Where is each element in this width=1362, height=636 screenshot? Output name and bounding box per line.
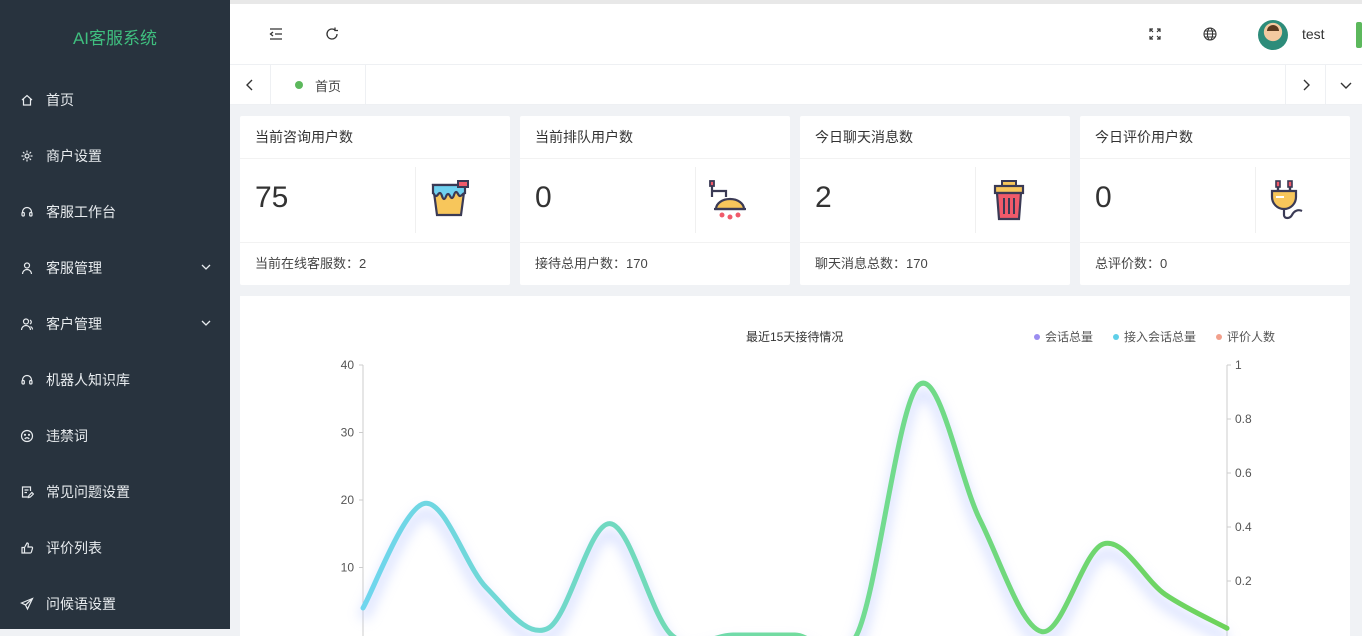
paint-bucket-icon [431,180,469,217]
sidebar-item-1[interactable]: 商户设置 [0,128,230,184]
sidebar-item-4[interactable]: 客户管理 [0,296,230,352]
y-left-tick-label: 30 [341,426,355,440]
send-icon [20,597,34,611]
fullscreen-icon[interactable] [1147,26,1163,42]
language-globe-icon[interactable] [1202,26,1218,42]
stat-card-1: 当前排队用户数 0 接待总用户数：170 [520,116,790,285]
sidebar-item-7[interactable]: 常见问题设置 [0,464,230,520]
app-logo-title[interactable]: AI客服系统 [0,0,230,72]
chevron-down-icon[interactable] [200,261,212,273]
sidebar-item-2[interactable]: 客服工作台 [0,184,230,240]
stat-card-body: 0 [1080,159,1350,243]
active-tab-dot [295,81,303,89]
users-icon [20,317,34,331]
refresh-icon[interactable] [324,26,340,42]
edit-doc-icon [20,485,34,499]
sidebar-item-label: 客服管理 [46,260,102,276]
gear-icon [20,149,34,163]
sidebar-item-label: 客户管理 [46,316,102,332]
y-right-tick-label: 1 [1235,358,1242,372]
stat-card-body: 0 [520,159,790,243]
sad-face-icon [20,429,34,443]
y-left-tick-label: 40 [341,358,355,372]
tab-home-label: 首页 [315,78,342,94]
sidebar-item-label: 机器人知识库 [46,372,130,388]
stat-card-title: 今日聊天消息数 [800,116,1070,159]
stat-card-2: 今日聊天消息数 2 聊天消息总数：170 [800,116,1070,285]
stat-card-divider [415,167,416,233]
sidebar-item-9[interactable]: 问候语设置 [0,576,230,632]
username[interactable]: test [1302,26,1325,42]
stat-card-value: 2 [815,181,832,214]
user-icon [20,261,34,275]
sidebar: AI客服系统 首页商户设置客服工作台客服管理客户管理机器人知识库 违禁词常见问题设… [0,0,230,629]
trash-can-icon [993,180,1025,221]
stat-card-footer: 接待总用户数：170 [535,256,648,271]
sidebar-menu: 首页商户设置客服工作台客服管理客户管理机器人知识库 违禁词常见问题设置 评价列表问候… [0,72,230,632]
y-right-tick-label: 0.2 [1235,574,1252,588]
sidebar-item-0[interactable]: 首页 [0,72,230,128]
line-chart: 40 30 20 10 1 0.8 0.6 0.4 0.2 [341,358,1252,636]
stat-card-footer: 当前在线客服数：2 [255,256,367,271]
sidebar-item-label: 评价列表 [46,540,102,556]
sidebar-item-label: 常见问题设置 [46,484,130,500]
thumbs-up-icon [20,541,34,555]
tabs-scroll-right-icon[interactable] [1285,65,1325,105]
chart-panel: 最近15天接待情况 会话总量 接入会话总量 评价人数 40 30 20 10 1 0.8 0.6… [240,296,1350,636]
y-right-tick-label: 0.8 [1235,412,1252,426]
stat-card-body: 2 [800,159,1070,243]
plug-icon [1270,180,1303,220]
tabs-scroll-left-icon[interactable] [230,65,270,105]
y-left-tick-label: 10 [341,561,355,575]
stat-card-divider [1255,167,1256,233]
sidebar-item-label: 首页 [46,92,74,108]
stat-card-title: 今日评价用户数 [1080,116,1350,159]
y-left-tick-label: 20 [341,493,355,507]
stat-card-divider [695,167,696,233]
stat-card-3: 今日评价用户数 0 总评价数：0 [1080,116,1350,285]
stat-card-value: 0 [535,181,552,214]
sidebar-item-6[interactable]: 违禁词 [0,408,230,464]
stat-card-title: 当前咨询用户数 [240,116,510,159]
headset-icon [20,373,34,387]
user-avatar[interactable] [1258,20,1288,50]
top-bar: test [230,0,1362,65]
tabs-bar: 首页 [230,65,1362,105]
collapse-menu-icon[interactable] [268,26,284,42]
sidebar-item-label: 问候语设置 [46,596,116,612]
sidebar-item-5[interactable]: 机器人知识库 [0,352,230,408]
headset-icon [20,205,34,219]
stat-card-0: 当前咨询用户数 75 当前在线客服数：2 [240,116,510,285]
tabs-dropdown-icon[interactable] [1325,65,1362,105]
sidebar-item-8[interactable]: 评价列表 [0,520,230,576]
stat-card-body: 75 [240,159,510,243]
stat-card-title: 当前排队用户数 [520,116,790,159]
sidebar-item-label: 商户设置 [46,148,102,164]
home-icon [20,93,34,107]
sidebar-item-label: 违禁词 [46,428,88,444]
stat-card-value: 0 [1095,181,1112,214]
stat-card-footer: 总评价数：0 [1095,256,1168,271]
window-scrollbar-indicator [1356,22,1362,48]
stat-card-footer: 聊天消息总数：170 [815,256,928,271]
stat-card-divider [975,167,976,233]
shower-icon [709,180,746,220]
chevron-down-icon[interactable] [200,317,212,329]
series-line-shadow [358,388,1230,636]
tab-home[interactable]: 首页 [270,65,366,105]
stat-card-value: 75 [255,181,289,214]
sidebar-item-3[interactable]: 客服管理 [0,240,230,296]
y-right-tick-label: 0.4 [1235,520,1252,534]
y-right-tick-label: 0.6 [1235,466,1252,480]
sidebar-item-label: 客服工作台 [46,204,116,220]
